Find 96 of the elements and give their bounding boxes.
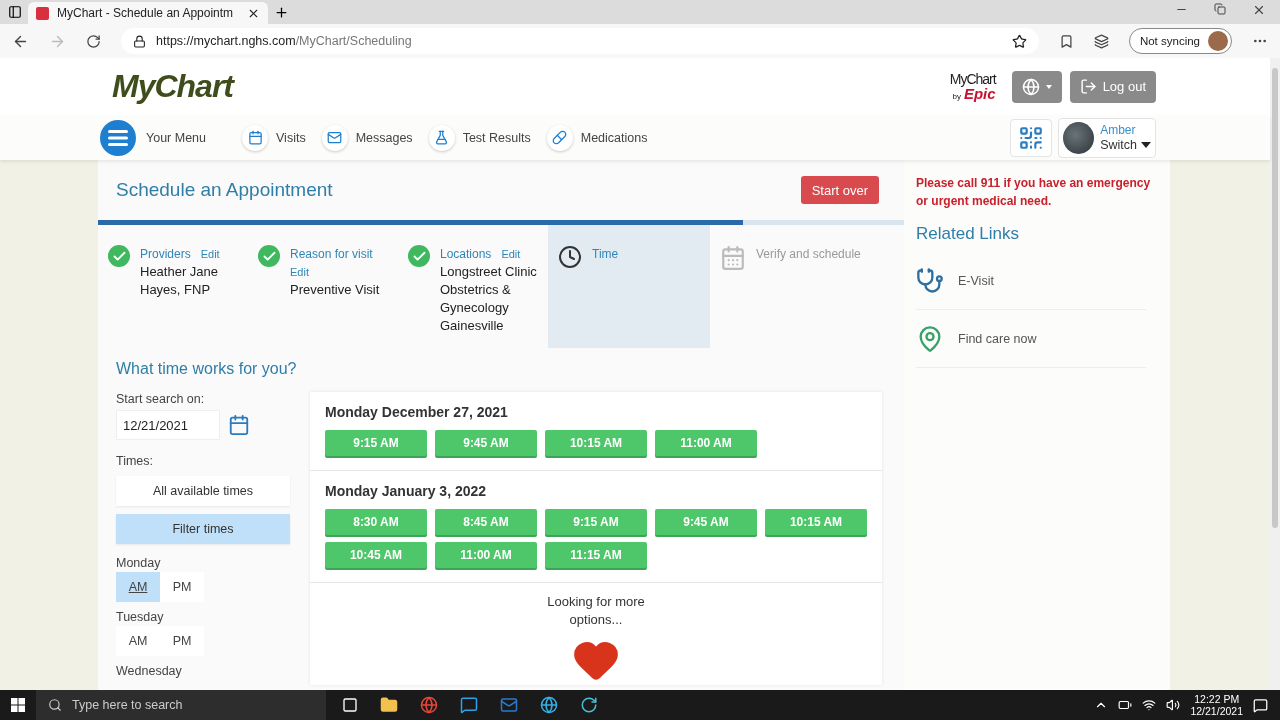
time-filter-option[interactable]: Filter times	[116, 514, 290, 544]
browser-icon[interactable]	[540, 696, 558, 714]
stethoscope-icon	[916, 266, 944, 295]
browser-icon[interactable]	[420, 696, 438, 714]
avatar-icon	[1208, 31, 1228, 51]
step-label: Time	[592, 246, 619, 263]
nav-link[interactable]: Messages	[321, 124, 413, 151]
nav-link[interactable]: Test Results	[428, 124, 531, 151]
check-icon	[108, 245, 130, 267]
mychart-logo[interactable]: MyChart	[112, 68, 233, 105]
nav-link[interactable]: Medications	[546, 124, 648, 151]
section-heading: Related Links	[916, 224, 1020, 244]
period-toggle[interactable]: PM	[160, 626, 204, 656]
mail-icon[interactable]	[500, 696, 518, 714]
menu-link[interactable]: Your Menu	[146, 130, 206, 145]
field-label: Times:	[116, 454, 155, 468]
favorites-icon[interactable]	[1058, 33, 1074, 49]
nav-link[interactable]: Visits	[242, 124, 306, 151]
step-detail: Heather Jane Hayes, FNP	[140, 263, 220, 299]
epic-logo-by: by	[952, 93, 961, 101]
notifications-icon[interactable]	[1253, 697, 1268, 713]
qr-code-button[interactable]	[1010, 118, 1052, 157]
date-field[interactable]: 12/21/2021	[116, 410, 220, 440]
pills-icon	[552, 130, 568, 145]
start-over-button[interactable]: Start over	[800, 176, 879, 204]
search-icon	[48, 698, 62, 712]
clock-icon	[558, 245, 582, 269]
loading-text: Looking for more options...	[546, 593, 646, 629]
slot-date: Monday January 3, 2022	[325, 483, 488, 499]
favicon-icon	[36, 6, 49, 20]
slot-date: Monday December 27, 2021	[325, 404, 509, 420]
browser-tab[interactable]: MyChart - Schedule an Appointm	[28, 2, 268, 24]
related-link[interactable]: Find care now	[916, 310, 1146, 368]
sync-button[interactable]: Not syncing	[1128, 28, 1232, 54]
favorite-icon[interactable]	[1011, 33, 1027, 49]
switch-button[interactable]: Switch	[1100, 138, 1151, 152]
address-field[interactable]: https://mychart.nghs.com/MyChart/Scheduling	[121, 28, 1039, 54]
day-label: Wednesday	[116, 664, 183, 678]
day-label: Tuesday	[116, 610, 165, 624]
period-toggle[interactable]: AM	[116, 626, 160, 656]
flask-icon	[434, 130, 450, 145]
folder-icon[interactable]	[380, 696, 398, 714]
step-detail: Preventive Visit	[290, 281, 381, 299]
app-icon[interactable]	[580, 696, 598, 714]
step[interactable]: Reason for visit Edit Preventive Visit	[248, 225, 398, 348]
day-label: Monday	[116, 556, 162, 570]
task-view-icon[interactable]	[342, 697, 358, 713]
step-label: Verify and schedule	[756, 246, 861, 263]
step-label: Reason for visit	[290, 246, 373, 263]
wifi-icon[interactable]	[1142, 698, 1157, 712]
windows-icon	[11, 698, 25, 712]
logout-icon	[1079, 78, 1097, 95]
step-label: Providers	[140, 246, 191, 263]
globe-icon	[1021, 77, 1040, 96]
edit-link[interactable]: Edit	[200, 245, 220, 263]
related-link[interactable]: E-Visit	[916, 252, 1146, 310]
emergency-notice: Please call 911 if you have an emergency or urgent medical need.	[916, 175, 1152, 210]
new-tab-icon[interactable]	[274, 4, 289, 20]
volume-icon[interactable]	[1166, 698, 1181, 712]
restore-icon[interactable]	[1214, 2, 1226, 15]
page-title: Schedule an Appointment	[116, 179, 333, 201]
check-icon	[408, 245, 430, 267]
check-icon	[258, 245, 280, 267]
period-toggle[interactable]: AM	[116, 572, 160, 602]
period-toggle[interactable]: PM	[160, 572, 204, 602]
step-label: Locations	[440, 246, 492, 263]
calendar-icon	[720, 245, 746, 271]
taskbar-clock[interactable]: 12:22 PM 12/21/2021	[1190, 693, 1243, 717]
menu-icon	[108, 129, 128, 146]
lock-icon	[133, 34, 146, 48]
step[interactable]: Locations Edit Longstreet Clinic Obstetrics & Gynecology Gainesville	[398, 225, 548, 348]
calendar-icon	[247, 130, 263, 145]
reload-icon[interactable]	[86, 33, 101, 49]
language-button[interactable]	[1011, 70, 1062, 103]
menu-button[interactable]	[100, 119, 136, 156]
edit-link[interactable]: Edit	[290, 263, 309, 281]
tabs-icon[interactable]	[8, 5, 22, 19]
epic-logo-title: MyChart	[949, 72, 996, 86]
field-label: Start search on:	[116, 392, 206, 406]
chat-icon[interactable]	[460, 696, 478, 714]
epic-logo: Epic	[963, 86, 996, 101]
collections-icon[interactable]	[1093, 33, 1109, 49]
user-name: Amber	[1100, 123, 1137, 138]
section-heading: What time works for you?	[116, 360, 298, 378]
battery-icon[interactable]	[1118, 698, 1133, 712]
mail-icon	[327, 130, 343, 145]
user-photo	[1063, 121, 1095, 154]
scrollbar[interactable]	[1270, 58, 1280, 690]
edit-link[interactable]: Edit	[501, 245, 521, 263]
time-filter-option[interactable]: All available times	[116, 476, 290, 506]
qr-code-icon	[1018, 124, 1044, 151]
step-detail: Longstreet Clinic Obstetrics & Gynecology Gainesville	[440, 263, 538, 335]
step[interactable]: Providers Edit Heather Jane Hayes, FNP	[98, 225, 248, 348]
calendar-icon[interactable]	[228, 414, 250, 436]
user-switcher[interactable]: Amber Switch	[1058, 117, 1156, 158]
taskbar-search-field[interactable]: Type here to search	[36, 690, 326, 720]
